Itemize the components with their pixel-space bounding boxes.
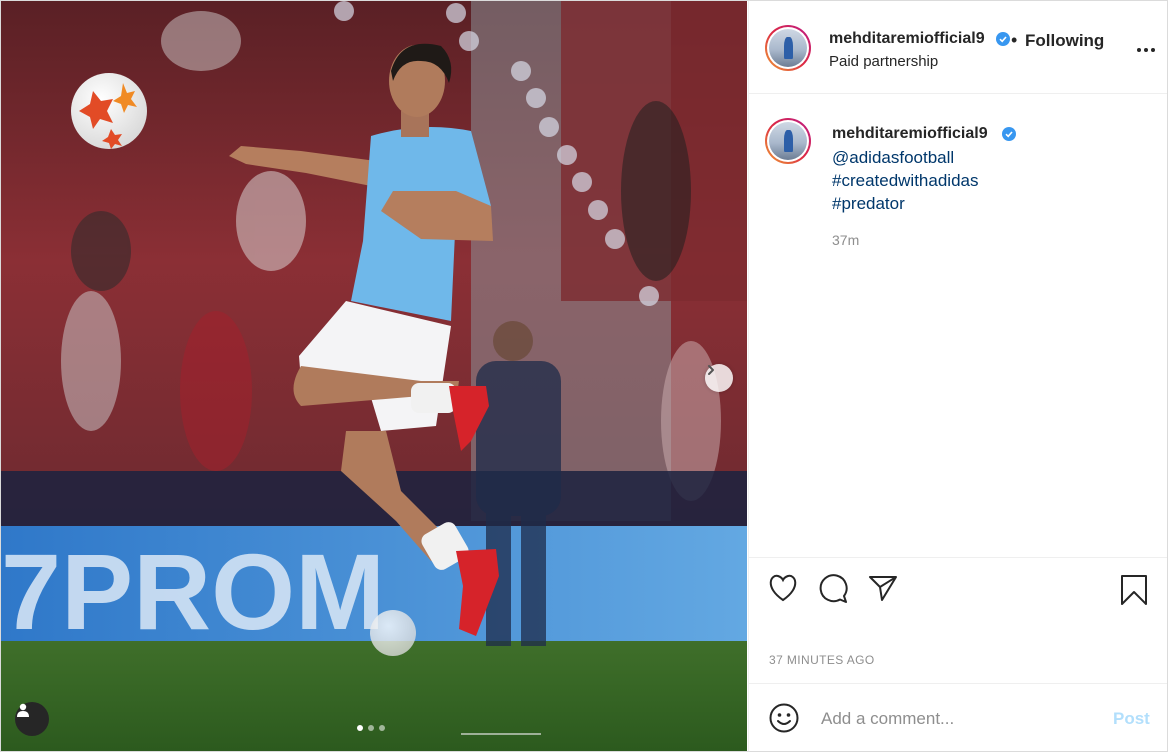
post-modal: 7PROM mehditaremiofficial9 • Following P… bbox=[0, 0, 1168, 752]
board-text: 7PROM bbox=[1, 531, 385, 652]
tagged-users-button[interactable] bbox=[15, 702, 49, 736]
caption-username[interactable]: mehditaremiofficial9 bbox=[832, 125, 988, 143]
comment-input[interactable] bbox=[819, 706, 1093, 732]
caption-hashtag[interactable]: #createdwithadidas bbox=[832, 171, 978, 191]
chevron-right-icon bbox=[708, 365, 714, 375]
separator-dot: • bbox=[1011, 30, 1018, 50]
carousel-dot bbox=[357, 725, 363, 731]
paid-partnership-label[interactable]: Paid partnership bbox=[829, 53, 938, 70]
avatar[interactable] bbox=[765, 25, 811, 71]
photo-illustration: 7PROM bbox=[1, 1, 747, 751]
verified-icon bbox=[1002, 127, 1016, 141]
caption-mention[interactable]: @adidasfootball bbox=[832, 148, 954, 168]
post-header: mehditaremiofficial9 • Following Paid pa… bbox=[749, 1, 1167, 94]
bookmark-icon[interactable] bbox=[1120, 574, 1148, 606]
verified-icon bbox=[996, 32, 1010, 46]
emoji-icon[interactable] bbox=[769, 703, 799, 733]
header-username[interactable]: mehditaremiofficial9 bbox=[829, 30, 985, 48]
user-tag-icon bbox=[17, 703, 29, 717]
post-image[interactable]: 7PROM bbox=[1, 1, 747, 751]
caption-timestamp[interactable]: 37m bbox=[832, 232, 859, 248]
caption-avatar[interactable] bbox=[765, 118, 811, 164]
post-comment-button[interactable]: Post bbox=[1113, 709, 1150, 729]
post-timestamp[interactable]: 37 MINUTES AGO bbox=[769, 653, 875, 667]
comment-bar: Post bbox=[749, 683, 1167, 751]
caption-hashtag[interactable]: #predator bbox=[832, 194, 905, 214]
carousel-indicator bbox=[357, 725, 385, 731]
comment-icon[interactable] bbox=[818, 574, 848, 604]
following-button[interactable]: Following bbox=[1025, 31, 1104, 51]
more-icon[interactable] bbox=[1136, 47, 1156, 53]
carousel-dot bbox=[368, 725, 374, 731]
share-icon[interactable] bbox=[868, 574, 898, 602]
post-sidebar: mehditaremiofficial9 • Following Paid pa… bbox=[748, 1, 1167, 751]
carousel-dot bbox=[379, 725, 385, 731]
next-slide-button[interactable] bbox=[705, 364, 733, 392]
action-bar bbox=[749, 557, 1167, 618]
heart-icon[interactable] bbox=[768, 574, 798, 602]
